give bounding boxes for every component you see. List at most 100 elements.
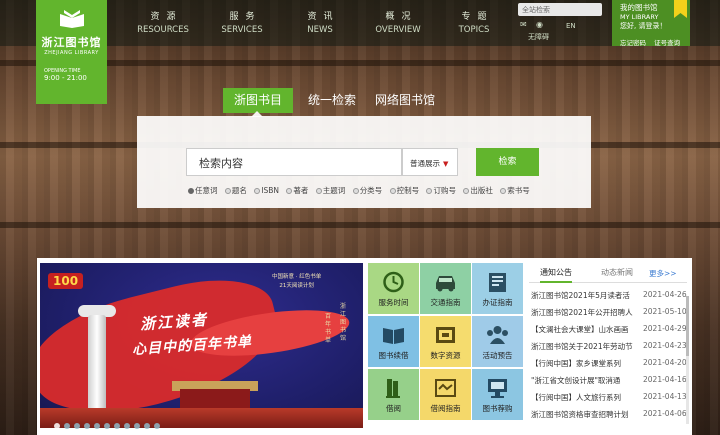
service-renew[interactable]: 图书续借 [368,316,419,367]
radio-label: 分类号 [359,186,383,195]
car-icon [436,276,455,292]
english-link[interactable]: EN [566,22,576,30]
radio-subject[interactable]: 主题词 [315,186,346,195]
banner-tag-line: 21天阅读计划 [279,283,314,289]
radio-label: 主题词 [322,186,346,195]
radio-dot [188,188,194,194]
radio-order-number[interactable]: 订购号 [426,186,456,195]
tab-notices[interactable]: 通知公告 [540,267,572,283]
service-events[interactable]: 活动预告 [472,316,523,367]
carousel-dot[interactable] [54,423,60,429]
notice-item[interactable]: 浙江图书馆2021年公开招聘人 2021-05-10 [531,307,689,321]
notice-title: 【行阅中国】家乡课堂系列 [531,359,621,368]
monitor-icon [488,379,507,398]
scrollbar-thumb[interactable] [686,296,689,356]
banner-tag: 中国新意 · 红色书单 21天阅读计划 [272,273,321,291]
notice-scrollbar[interactable] [686,296,689,424]
site-search-input[interactable]: 全站检索 [518,3,602,16]
radio-any-word[interactable]: 任意词 [188,186,218,195]
catalog-search-input[interactable]: 检索内容 [186,148,402,176]
carousel-dot[interactable] [74,423,80,429]
radio-dot [426,188,433,194]
display-mode-value: 普通展示 [410,159,440,168]
notice-item[interactable]: 【行阅中国】家乡课堂系列 2021-04-20 [531,358,689,372]
search-button[interactable]: 检索 [476,148,539,176]
radio-dot [463,188,470,194]
tab-catalog[interactable]: 浙图书目 [223,88,293,113]
nav-services[interactable]: 服务 SERVICES [219,9,265,35]
radio-author[interactable]: 著者 [286,186,308,195]
carousel-dot[interactable] [94,423,100,429]
opening-hours: 9:00 - 21:00 [44,74,87,82]
weibo-icon[interactable]: ◉ [536,20,543,29]
login-prompt[interactable]: 您好, 请登录！ [620,21,690,31]
carousel-dot[interactable] [154,423,160,429]
radio-control-number[interactable]: 控制号 [389,186,419,195]
notice-date: 2021-04-20 [639,358,687,367]
radio-call-number[interactable]: 索书号 [500,186,530,195]
logo-en: ZHEJIANG LIBRARY [44,50,99,56]
library-logo[interactable]: 浙江图书馆 ZHEJIANG LIBRARY OPENING TIME 9:00… [36,0,107,104]
wechat-icon[interactable]: ✉ [520,20,527,29]
radio-dot [286,188,293,194]
notice-item[interactable]: "浙江省文创设计展"取消通 2021-04-16 [531,375,689,389]
nav-label-zh: 资讯 [307,12,340,22]
nav-resources[interactable]: 资源 RESOURCES [136,9,190,35]
service-hours[interactable]: 服务时间 [368,263,419,314]
book-stack-icon [386,379,400,398]
tab-unified-search[interactable]: 统一检索 [299,88,365,113]
more-link[interactable]: 更多>> [649,268,677,279]
carousel-dot[interactable] [104,423,110,429]
nav-label-zh: 专题 [461,12,494,22]
service-label: 活动预告 [482,351,513,360]
carousel-dot[interactable] [84,423,90,429]
nav-label-zh: 服务 [229,12,262,22]
notice-item[interactable]: 浙江图书馆资格审查招聘计划 2021-04-06 [531,409,689,423]
radio-label: 订购号 [433,186,456,195]
service-digital[interactable]: 数字资源 [420,316,471,367]
banner-pillar [88,315,106,420]
radio-dot [500,188,507,194]
service-transport[interactable]: 交通指南 [420,263,471,314]
notice-date: 2021-04-23 [639,341,687,350]
radio-label: 题名 [231,186,247,195]
service-recommend[interactable]: 图书荐购 [472,369,523,420]
service-borrow-guide[interactable]: 借阅指南 [420,369,471,420]
radio-publisher[interactable]: 出版社 [463,186,493,195]
service-borrow[interactable]: 借阅 [368,369,419,420]
radio-label: 任意词 [195,186,218,195]
notice-item[interactable]: 浙江图书馆2021年5月读者活 2021-04-26 [531,290,689,304]
service-card-guide[interactable]: 办证指南 [472,263,523,314]
card-query-link[interactable]: 证号查询 [654,39,680,47]
carousel-dot[interactable] [114,423,120,429]
carousel-dot[interactable] [64,423,70,429]
notice-date: 2021-04-06 [639,409,687,418]
service-label: 数字资源 [430,351,461,360]
notice-item[interactable]: 【行阅中国】人文旅行系列 2021-04-13 [531,392,689,406]
forgot-password-link[interactable]: 忘记密码 [620,39,646,47]
search-field-options: 任意词 题名 ISBN 著者 主题词 分类号 控制号 订购号 出版社 索书号 [188,185,535,196]
notice-item[interactable]: 【文澜社会大课堂】山水画画 2021-04-29 [531,324,689,338]
radio-isbn[interactable]: ISBN [254,186,279,195]
shelf-line [0,222,720,228]
carousel-dot[interactable] [124,423,130,429]
radio-class-number[interactable]: 分类号 [352,186,383,195]
service-label: 图书续借 [378,351,409,360]
nav-overview[interactable]: 概况 OVERVIEW [374,9,422,35]
book-icon [383,328,404,344]
tab-news[interactable]: 动态新闻 [601,267,633,278]
display-mode-select[interactable]: 普通展示 ▼ [402,148,458,176]
nav-topics[interactable]: 专题 TOPICS [452,9,496,35]
nav-label-en: OVERVIEW [375,25,421,35]
handshake-icon [435,379,456,397]
carousel-dot[interactable] [134,423,140,429]
radio-dot [254,188,261,194]
tab-network-library[interactable]: 网络图书馆 [367,88,443,113]
radio-title[interactable]: 题名 [224,186,247,195]
carousel-dots [54,414,164,433]
nav-news[interactable]: 资讯 NEWS [300,9,340,35]
notice-item[interactable]: 浙江图书馆关于2021年劳动节 2021-04-23 [531,341,689,355]
accessibility-link[interactable]: 无障碍 [528,32,549,42]
promo-banner[interactable]: 100 中国新意 · 红色书单 21天阅读计划 浙江读者 心目中的百年书单 百年… [40,263,363,428]
carousel-dot[interactable] [144,423,150,429]
